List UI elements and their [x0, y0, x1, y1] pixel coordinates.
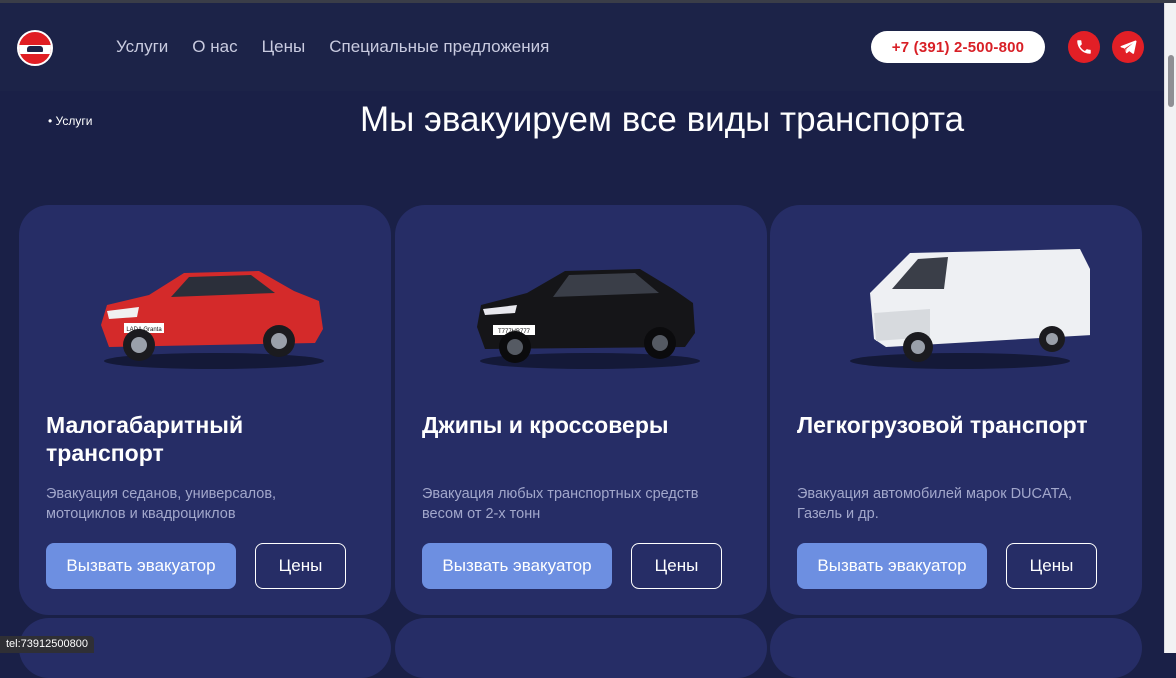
- suv-car-image: Т777НВ777: [477, 269, 700, 369]
- page-scrollbar[interactable]: [1164, 3, 1176, 653]
- call-tow-truck-button[interactable]: Вызвать эвакуатор: [422, 543, 612, 589]
- call-tow-truck-button[interactable]: Вызвать эвакуатор: [797, 543, 987, 589]
- call-tow-truck-button[interactable]: Вызвать эвакуатор: [46, 543, 236, 589]
- site-header: Услуги О нас Цены Специальные предложени…: [0, 3, 1164, 91]
- page-title: Мы эвакуируем все виды транспорта: [359, 100, 965, 139]
- nav-link-about[interactable]: О нас: [192, 37, 237, 57]
- site-logo[interactable]: [17, 30, 53, 66]
- service-card-small: LADA Granta Малогабаритный транспорт Эва…: [19, 205, 391, 615]
- link-status-bar: tel:73912500800: [0, 636, 94, 653]
- service-card-light-truck: Легкогрузовой транспорт Эвакуация автомо…: [770, 205, 1142, 615]
- service-card-next: [395, 618, 767, 678]
- prices-button[interactable]: Цены: [255, 543, 346, 589]
- nav-link-special-offers[interactable]: Специальные предложения: [329, 37, 549, 57]
- prices-button[interactable]: Цены: [1006, 543, 1097, 589]
- van-image: [850, 249, 1090, 369]
- call-button[interactable]: [1068, 31, 1100, 63]
- telegram-icon: [1120, 40, 1137, 54]
- scrollbar-thumb[interactable]: [1168, 55, 1174, 107]
- card-description: Эвакуация любых транспортных средств вес…: [422, 486, 699, 522]
- card-title: Малогабаритный транспорт: [46, 412, 244, 466]
- service-card-next: [770, 618, 1142, 678]
- telegram-button[interactable]: [1112, 31, 1144, 63]
- service-card-suv: Т777НВ777 Джипы и кроссоверы Эвакуация л…: [395, 205, 767, 615]
- sedan-car-image: LADA Granta: [101, 271, 324, 369]
- card-description: Эвакуация автомобилей марок DUCATA, Газе…: [797, 486, 1073, 522]
- phone-button[interactable]: +7 (391) 2-500-800: [871, 31, 1045, 63]
- nav-link-prices[interactable]: Цены: [262, 37, 306, 57]
- card-title: Джипы и кроссоверы: [422, 412, 669, 438]
- prices-button[interactable]: Цены: [631, 543, 722, 589]
- phone-icon: [1077, 40, 1091, 54]
- nav-link-services[interactable]: Услуги: [116, 37, 168, 57]
- main-nav: Услуги О нас Цены Специальные предложени…: [116, 37, 549, 57]
- card-title: Легкогрузовой транспорт: [797, 412, 1088, 438]
- card-description: Эвакуация седанов, универсалов, мотоцикл…: [46, 486, 277, 522]
